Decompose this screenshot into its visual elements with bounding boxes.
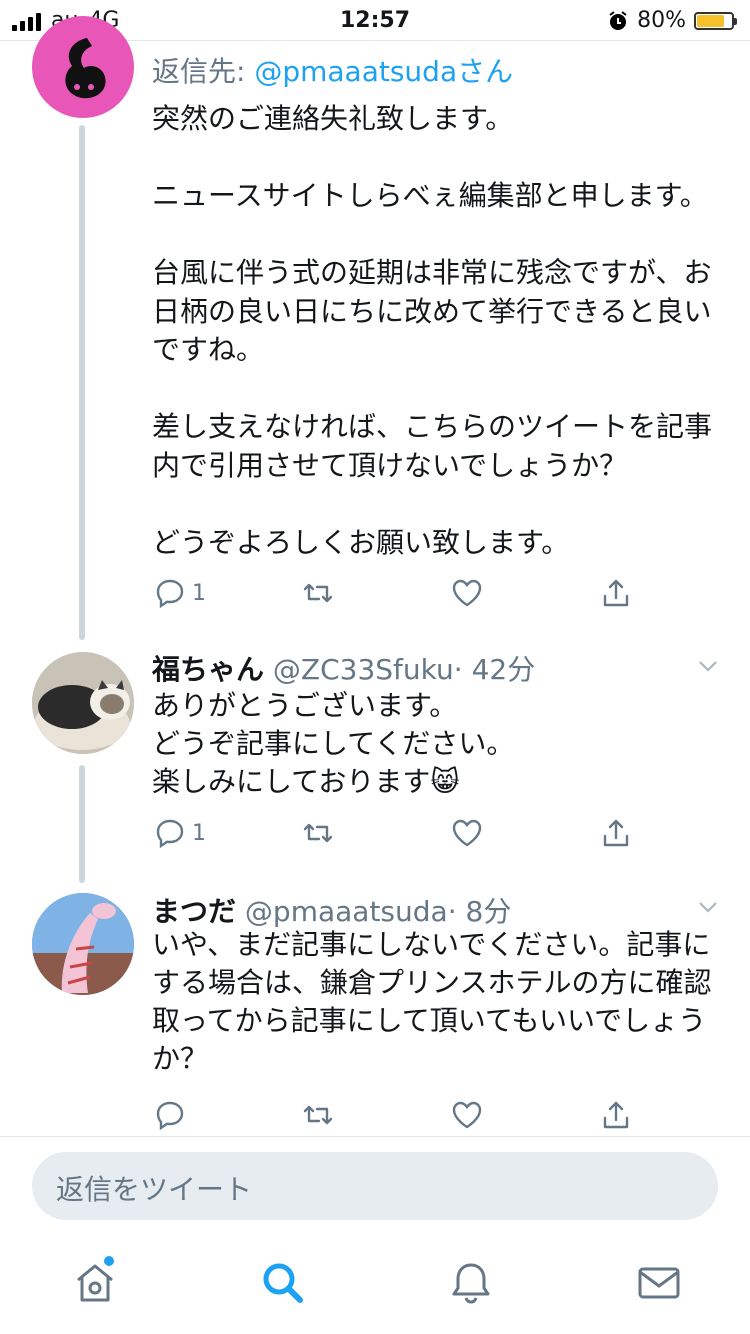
avatar-illustration [65, 38, 106, 99]
reply-button[interactable] [152, 1095, 192, 1135]
share-button[interactable] [598, 573, 634, 613]
tweet-text: ありがとうございます。 どうぞ記事にしてください。 楽しみにしております😸 [152, 689, 515, 798]
share-icon [603, 819, 629, 847]
thread-line [79, 125, 85, 640]
tweet-header: 福ちゃん @ZC33Sfuku· 42分 [152, 648, 535, 688]
tweet-text: いや、まだ記事にしないでください。記事にする場合は、鎌倉プリンスホテルの方に確認… [152, 928, 712, 1075]
battery-icon [694, 11, 737, 30]
reply-count: 1 [192, 580, 206, 606]
reply-compose-field[interactable]: 返信をツイート [32, 1152, 718, 1220]
avatar-photo [32, 893, 134, 995]
battery-fill [697, 14, 725, 27]
heart-icon [452, 1101, 482, 1129]
avatar[interactable] [32, 893, 134, 995]
battery-percent: 80% [637, 8, 686, 33]
status-right: 80% [607, 8, 737, 33]
alarm-icon [609, 10, 627, 30]
display-name[interactable]: 福ちゃん [152, 653, 264, 686]
compose-divider [0, 1136, 750, 1137]
like-button[interactable] [449, 573, 485, 613]
heart-icon [452, 819, 482, 847]
avatar[interactable] [32, 16, 134, 118]
tweet-time: · 8分 [447, 895, 512, 928]
share-icon [603, 1101, 629, 1129]
share-button[interactable] [598, 813, 634, 853]
tweet-actions [152, 1095, 652, 1135]
notifications-icon[interactable] [446, 1258, 496, 1308]
compose-placeholder: 返信をツイート [56, 1173, 253, 1206]
retweet-icon [303, 583, 333, 603]
reply-icon [156, 1101, 184, 1131]
messages-icon[interactable] [634, 1258, 684, 1308]
reply-button[interactable]: 1 [152, 573, 206, 613]
display-name[interactable]: まつだ [152, 895, 236, 928]
reply-button[interactable]: 1 [152, 813, 206, 853]
retweet-button[interactable] [300, 573, 336, 613]
tweet-time: · 42分 [453, 653, 536, 686]
retweet-button[interactable] [300, 813, 336, 853]
reply-to-handle[interactable]: @pmaaatsudaさん [254, 55, 513, 88]
reply-icon [156, 819, 184, 849]
retweet-button[interactable] [300, 1095, 336, 1135]
heart-icon [452, 579, 482, 607]
avatar-photo [32, 652, 134, 754]
share-icon [603, 579, 629, 607]
user-handle[interactable]: @pmaaatsuda [245, 895, 448, 928]
thread-line [79, 765, 85, 883]
tweet-text: 突然のご連絡失礼致します。 ニュースサイトしらべぇ編集部と申します。 台風に伴う… [152, 102, 713, 559]
retweet-icon [303, 1105, 333, 1125]
share-button[interactable] [598, 1095, 634, 1135]
retweet-icon [303, 823, 333, 843]
like-button[interactable] [449, 1095, 485, 1135]
reply-icon [156, 579, 184, 609]
search-icon[interactable] [258, 1258, 308, 1308]
home-icon[interactable] [70, 1258, 120, 1308]
chevron-down-icon[interactable] [696, 654, 720, 678]
like-button[interactable] [449, 813, 485, 853]
user-handle[interactable]: @ZC33Sfuku [273, 653, 454, 686]
chevron-down-icon[interactable] [696, 895, 720, 919]
tweet-actions: 1 [152, 813, 652, 853]
tweet-header: まつだ @pmaaatsuda· 8分 [152, 890, 511, 930]
reply-to-prefix: 返信先: [152, 55, 255, 88]
tab-bar [0, 1240, 750, 1334]
notification-dot [104, 1256, 114, 1266]
reply-to: 返信先: @pmaaatsudaさん [152, 50, 513, 90]
tweet-actions: 1 [152, 573, 652, 613]
reply-count: 1 [192, 820, 206, 846]
avatar[interactable] [32, 652, 134, 754]
